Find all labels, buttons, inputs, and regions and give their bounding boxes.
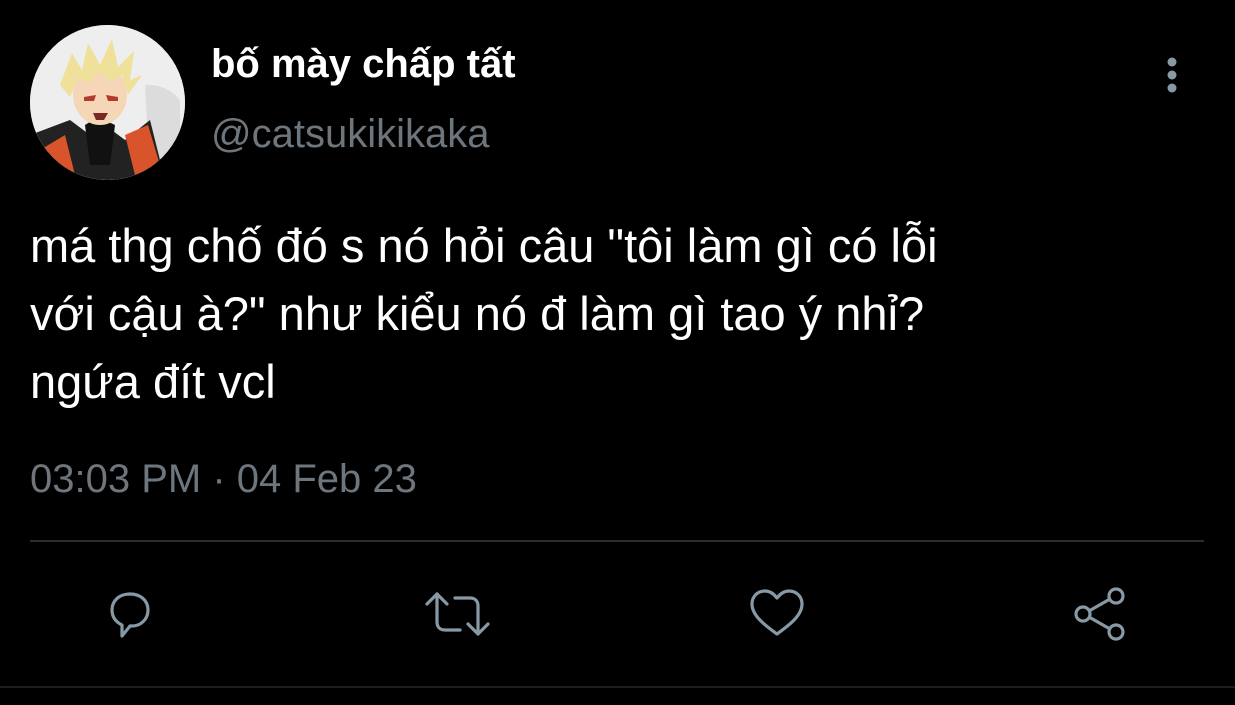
avatar-image bbox=[30, 25, 185, 180]
retweet-icon bbox=[425, 592, 490, 636]
share-icon bbox=[1074, 587, 1125, 641]
bottom-divider bbox=[0, 686, 1235, 688]
user-handle[interactable]: @catsukikikaka bbox=[211, 110, 489, 158]
reply-icon bbox=[110, 592, 150, 638]
heart-icon bbox=[750, 589, 804, 636]
avatar[interactable] bbox=[30, 25, 185, 180]
share-button[interactable] bbox=[1070, 584, 1130, 644]
reply-button[interactable] bbox=[100, 584, 160, 644]
tweet-timestamp[interactable]: 03:03 PM · 04 Feb 23 bbox=[30, 453, 417, 505]
more-options-button[interactable] bbox=[1150, 50, 1194, 100]
retweet-button[interactable] bbox=[424, 584, 490, 644]
tweet-text: má thg chố đó s nó hỏi câu "tôi làm gì c… bbox=[30, 219, 938, 408]
tweet-container: bố mày chấp tất @catsukikikaka má thg ch… bbox=[0, 0, 1235, 705]
like-button[interactable] bbox=[748, 584, 808, 644]
display-name[interactable]: bố mày chấp tất bbox=[211, 40, 516, 88]
divider bbox=[30, 540, 1204, 542]
more-vertical-icon bbox=[1167, 57, 1177, 93]
